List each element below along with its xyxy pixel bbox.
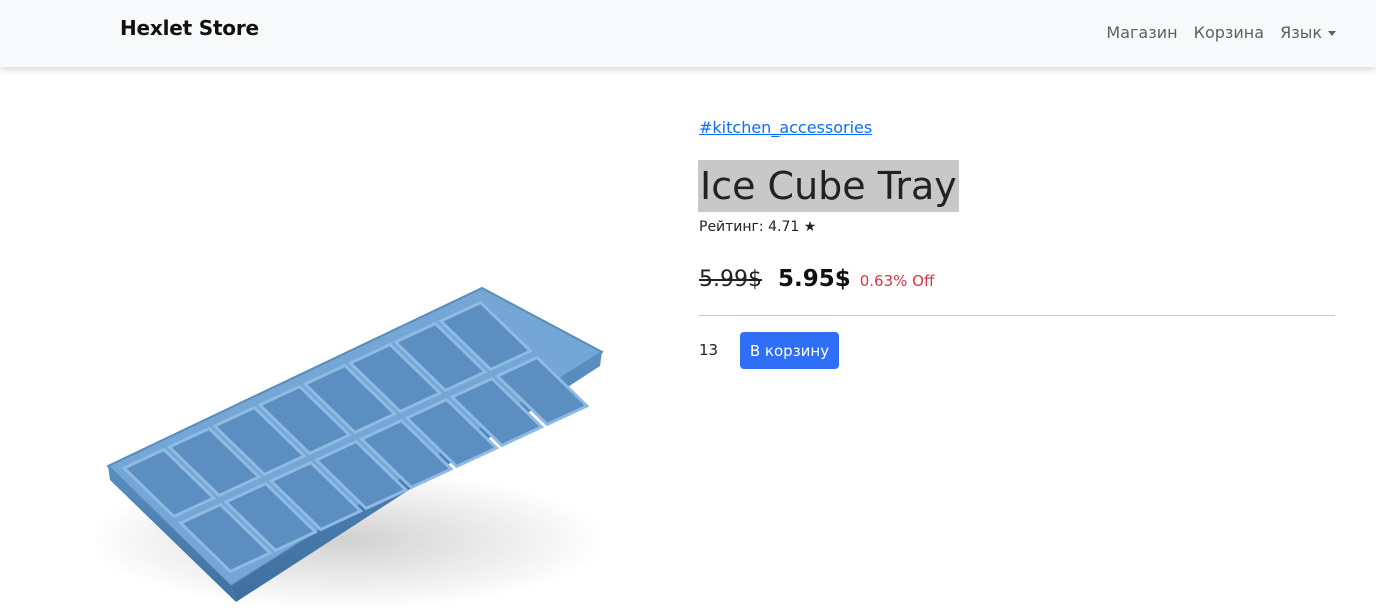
discount-badge: 0.63% Off	[859, 272, 935, 290]
current-price: 5.95$	[777, 266, 851, 292]
old-price: 5.99$	[699, 267, 762, 292]
product-title: Ice Cube Tray	[698, 160, 959, 212]
caret-down-icon	[1328, 30, 1336, 36]
quantity-value: 13	[699, 341, 719, 359]
navbar: Hexlet Store Магазин Корзина Язык	[0, 0, 1376, 67]
language-dropdown[interactable]: Язык	[1280, 23, 1336, 42]
price-row: 5.99$ 5.95$ 0.63% Off	[699, 266, 934, 298]
product-image	[96, 286, 606, 610]
nav-links: Магазин Корзина Язык	[1106, 21, 1336, 43]
nav-link-shop[interactable]: Магазин	[1106, 23, 1177, 42]
brand-link[interactable]: Hexlet Store	[120, 16, 259, 40]
product-rating: Рейтинг: 4.71 ★	[699, 219, 817, 235]
nav-link-cart[interactable]: Корзина	[1194, 23, 1264, 42]
category-tag-link[interactable]: #kitchen_accessories	[699, 118, 872, 137]
divider	[699, 315, 1335, 316]
add-to-cart-button[interactable]: В корзину	[740, 332, 839, 369]
language-dropdown-label: Язык	[1280, 22, 1322, 42]
